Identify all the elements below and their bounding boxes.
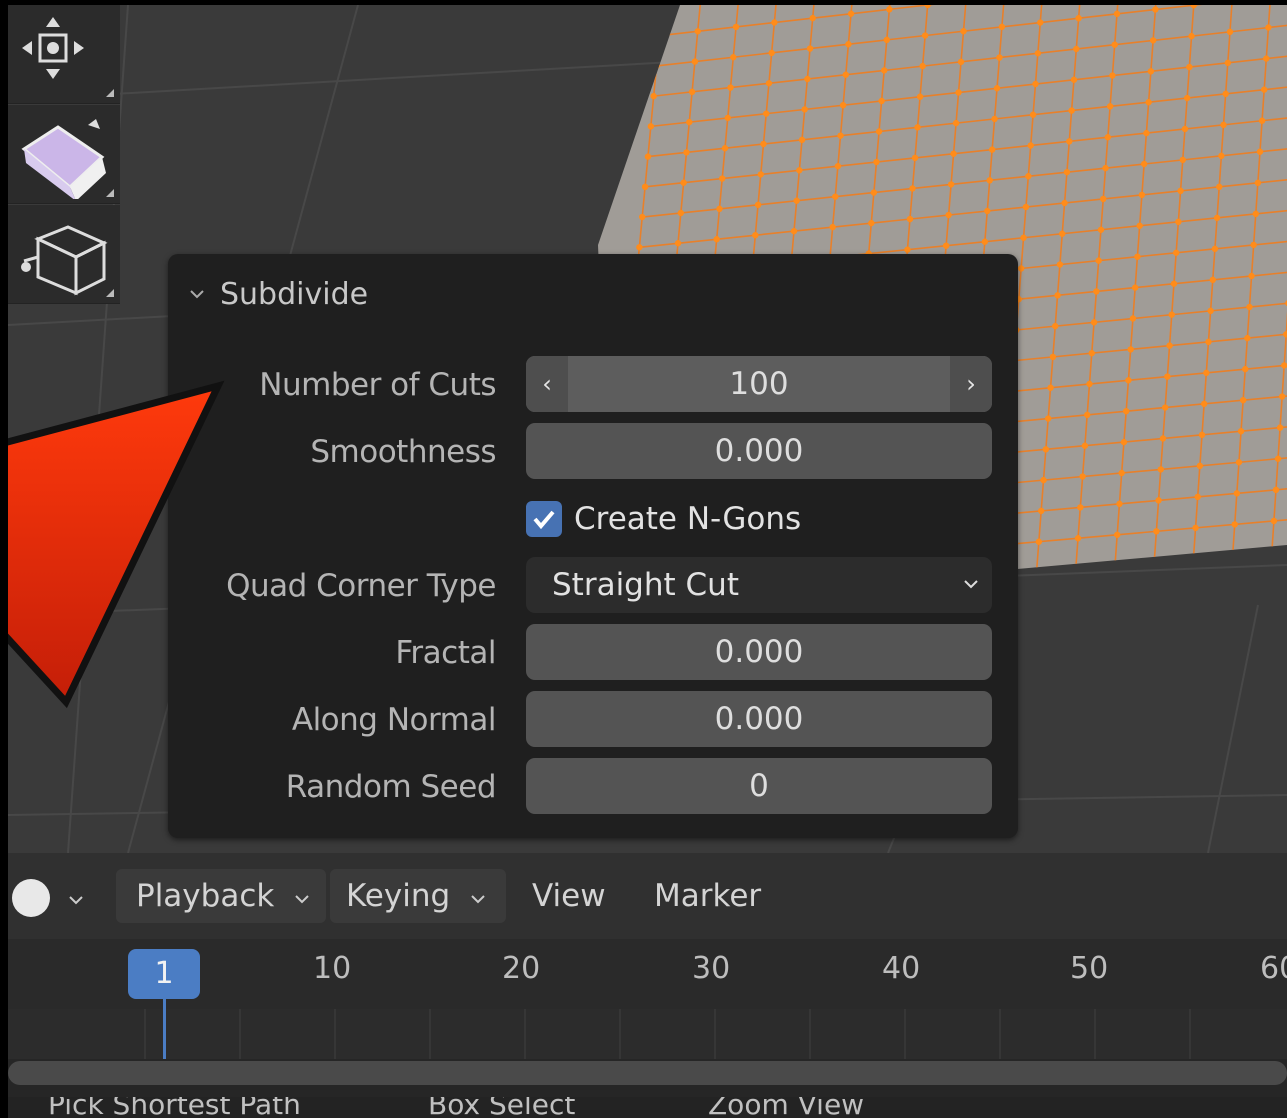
current-frame-indicator[interactable]: 1	[128, 949, 200, 999]
label-number-of-cuts: Number of Cuts	[259, 367, 496, 403]
row-fractal: Fractal 0.000	[168, 624, 1018, 682]
keying-menu-label: Keying	[346, 878, 451, 914]
chevron-down-icon[interactable]	[68, 893, 84, 907]
random-seed-field[interactable]: 0	[526, 758, 992, 814]
row-number-of-cuts: Number of Cuts ‹ 100 ›	[168, 356, 1018, 414]
fractal-field[interactable]: 0.000	[526, 624, 992, 680]
track-grid	[144, 1009, 1191, 1059]
frame-tick-label: 30	[692, 951, 731, 986]
row-random-seed: Random Seed 0	[168, 758, 1018, 816]
timeline-scrollbar[interactable]	[8, 1061, 1287, 1085]
playback-menu-label: Playback	[136, 878, 275, 914]
annotation-arrow-icon	[0, 380, 225, 709]
status-box-select: Box Select	[428, 1097, 576, 1118]
chevron-down-icon	[471, 895, 485, 904]
tool-corner-indicator	[106, 289, 114, 297]
label-fractal: Fractal	[395, 635, 496, 671]
playback-menu[interactable]: Playback	[136, 867, 310, 925]
decrement-arrow-icon[interactable]: ‹	[526, 356, 568, 412]
tool-inset[interactable]	[8, 205, 120, 304]
chevron-down-icon	[964, 580, 978, 589]
quad-corner-type-value: Straight Cut	[552, 567, 739, 603]
row-create-ngons: Create N-Gons	[168, 490, 1018, 548]
keying-menu[interactable]: Keying	[346, 867, 486, 925]
number-of-cuts-field[interactable]: ‹ 100 ›	[526, 356, 992, 412]
label-quad-corner-type: Quad Corner Type	[226, 568, 496, 604]
label-random-seed: Random Seed	[285, 769, 497, 805]
chevron-down-icon	[295, 895, 309, 904]
frame-tick-label: 40	[882, 951, 921, 986]
frame-tick-label: 20	[502, 951, 541, 986]
checkbox-checked-icon[interactable]	[526, 501, 562, 537]
editor-type-clock-icon[interactable]	[12, 879, 50, 917]
chevron-down-icon	[190, 290, 204, 299]
extrude-icon	[21, 119, 106, 199]
frame-tick-label: 60	[1260, 951, 1287, 986]
inset-icon	[21, 225, 108, 296]
tool-extrude[interactable]	[8, 105, 120, 204]
timeline-header: Playback Keying View Marker	[8, 853, 1287, 939]
status-zoom-view: Zoom View	[708, 1097, 865, 1118]
status-bar: Pick Shortest Path Box Select Zoom View	[8, 1097, 1287, 1118]
move-icon	[22, 17, 84, 79]
view-menu[interactable]: View	[532, 867, 606, 925]
number-of-cuts-value: 100	[729, 366, 789, 402]
label-along-normal: Along Normal	[291, 702, 497, 738]
create-ngons-label: Create N-Gons	[574, 501, 802, 537]
row-along-normal: Along Normal 0.000	[168, 691, 1018, 749]
frame-tick-label: 10	[313, 951, 352, 986]
label-smoothness: Smoothness	[310, 434, 496, 470]
panel-header[interactable]: Subdivide	[190, 274, 368, 314]
row-smoothness: Smoothness 0.000	[168, 423, 1018, 481]
keyframe-track[interactable]	[8, 1009, 1287, 1059]
playhead[interactable]	[163, 999, 166, 1059]
panel-title: Subdivide	[220, 276, 369, 312]
increment-arrow-icon[interactable]: ›	[950, 356, 992, 412]
create-ngons-checkbox[interactable]: Create N-Gons	[526, 490, 801, 548]
quad-corner-type-dropdown[interactable]: Straight Cut	[526, 557, 992, 613]
frame-tick-label: 50	[1070, 951, 1109, 986]
timeline-editor: Playback Keying View Marker 10 20 30 40 …	[8, 853, 1287, 1118]
frame-border-left	[0, 0, 8, 1118]
tool-corner-indicator	[106, 89, 114, 97]
marker-menu[interactable]: Marker	[654, 867, 761, 925]
status-pick-shortest-path: Pick Shortest Path	[48, 1097, 301, 1118]
tool-move[interactable]	[8, 5, 120, 104]
frame-border-top	[0, 0, 1287, 5]
smoothness-field[interactable]: 0.000	[526, 423, 992, 479]
tool-corner-indicator	[106, 189, 114, 197]
operator-panel-subdivide: Subdivide Number of Cuts ‹ 100 › Smoothn…	[168, 254, 1018, 838]
along-normal-field[interactable]: 0.000	[526, 691, 992, 747]
row-quad-corner-type: Quad Corner Type Straight Cut	[168, 557, 1018, 615]
